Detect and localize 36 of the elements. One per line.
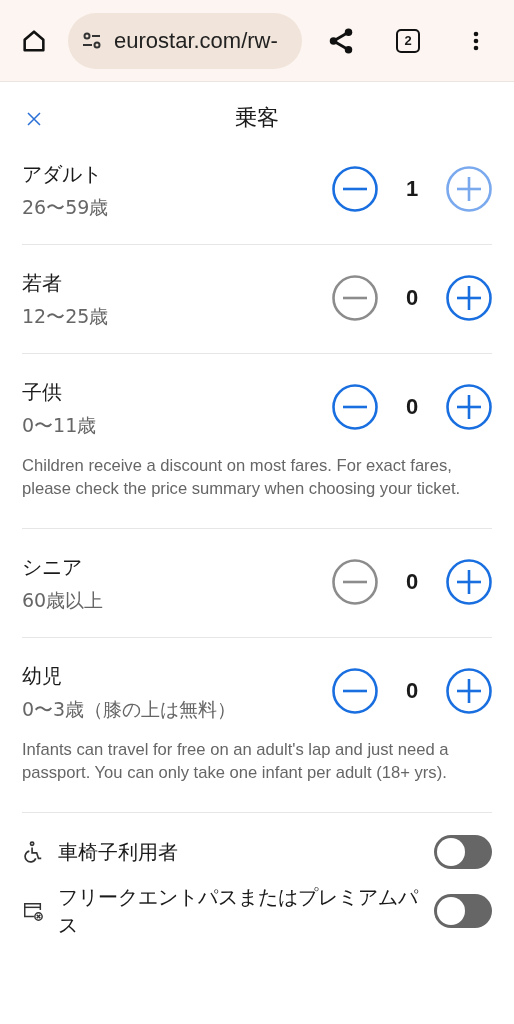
age-range: 26〜59歳	[22, 195, 109, 220]
age-range: 12〜25歳	[22, 304, 109, 329]
passenger-type: シニア	[22, 554, 83, 581]
decrease-button[interactable]	[332, 166, 378, 212]
passenger-count: 1	[404, 176, 420, 202]
passenger-count: 0	[404, 678, 420, 704]
decrease-button[interactable]	[332, 559, 378, 605]
tab-count-button[interactable]: 2	[396, 28, 420, 53]
increase-button[interactable]	[446, 275, 492, 321]
passenger-type: アダルト	[22, 161, 103, 188]
passenger-type: 子供	[22, 379, 63, 406]
increase-button[interactable]	[446, 668, 492, 714]
increase-button[interactable]	[446, 559, 492, 605]
option-label: フリークエントパスまたはプレミアムパス	[58, 884, 420, 939]
decrease-button[interactable]	[332, 384, 378, 430]
passenger-type: 若者	[22, 270, 63, 297]
toggle-switch[interactable]	[434, 894, 492, 928]
address-bar[interactable]: eurostar.com/rw-	[68, 12, 302, 69]
wheelchair-icon	[22, 841, 44, 863]
age-range: 0〜3歳（膝の上は無料）	[22, 697, 237, 722]
decrease-button[interactable]	[332, 275, 378, 321]
info-note: Infants can travel for free on an adult's lap and just need a passport. You can only take one infant per adult (18+ yrs).	[22, 739, 450, 784]
passenger-type: 幼児	[22, 663, 63, 690]
card-icon	[22, 900, 44, 922]
decrease-button[interactable]	[332, 668, 378, 714]
toggle-switch[interactable]	[434, 835, 492, 869]
dialog-title: 乗客	[235, 104, 279, 132]
passenger-count: 0	[404, 569, 420, 595]
age-range: 0〜11歳	[22, 413, 97, 438]
close-icon[interactable]	[27, 112, 41, 126]
passenger-count: 0	[404, 394, 420, 420]
increase-button[interactable]	[446, 384, 492, 430]
option-label: 車椅子利用者	[58, 839, 179, 866]
age-range: 60歳以上	[22, 588, 104, 613]
passenger-count: 0	[404, 285, 420, 311]
info-note: Children receive a discount on most fares. For exact fares, please check the price summary when choosing your ticket.	[22, 455, 462, 500]
